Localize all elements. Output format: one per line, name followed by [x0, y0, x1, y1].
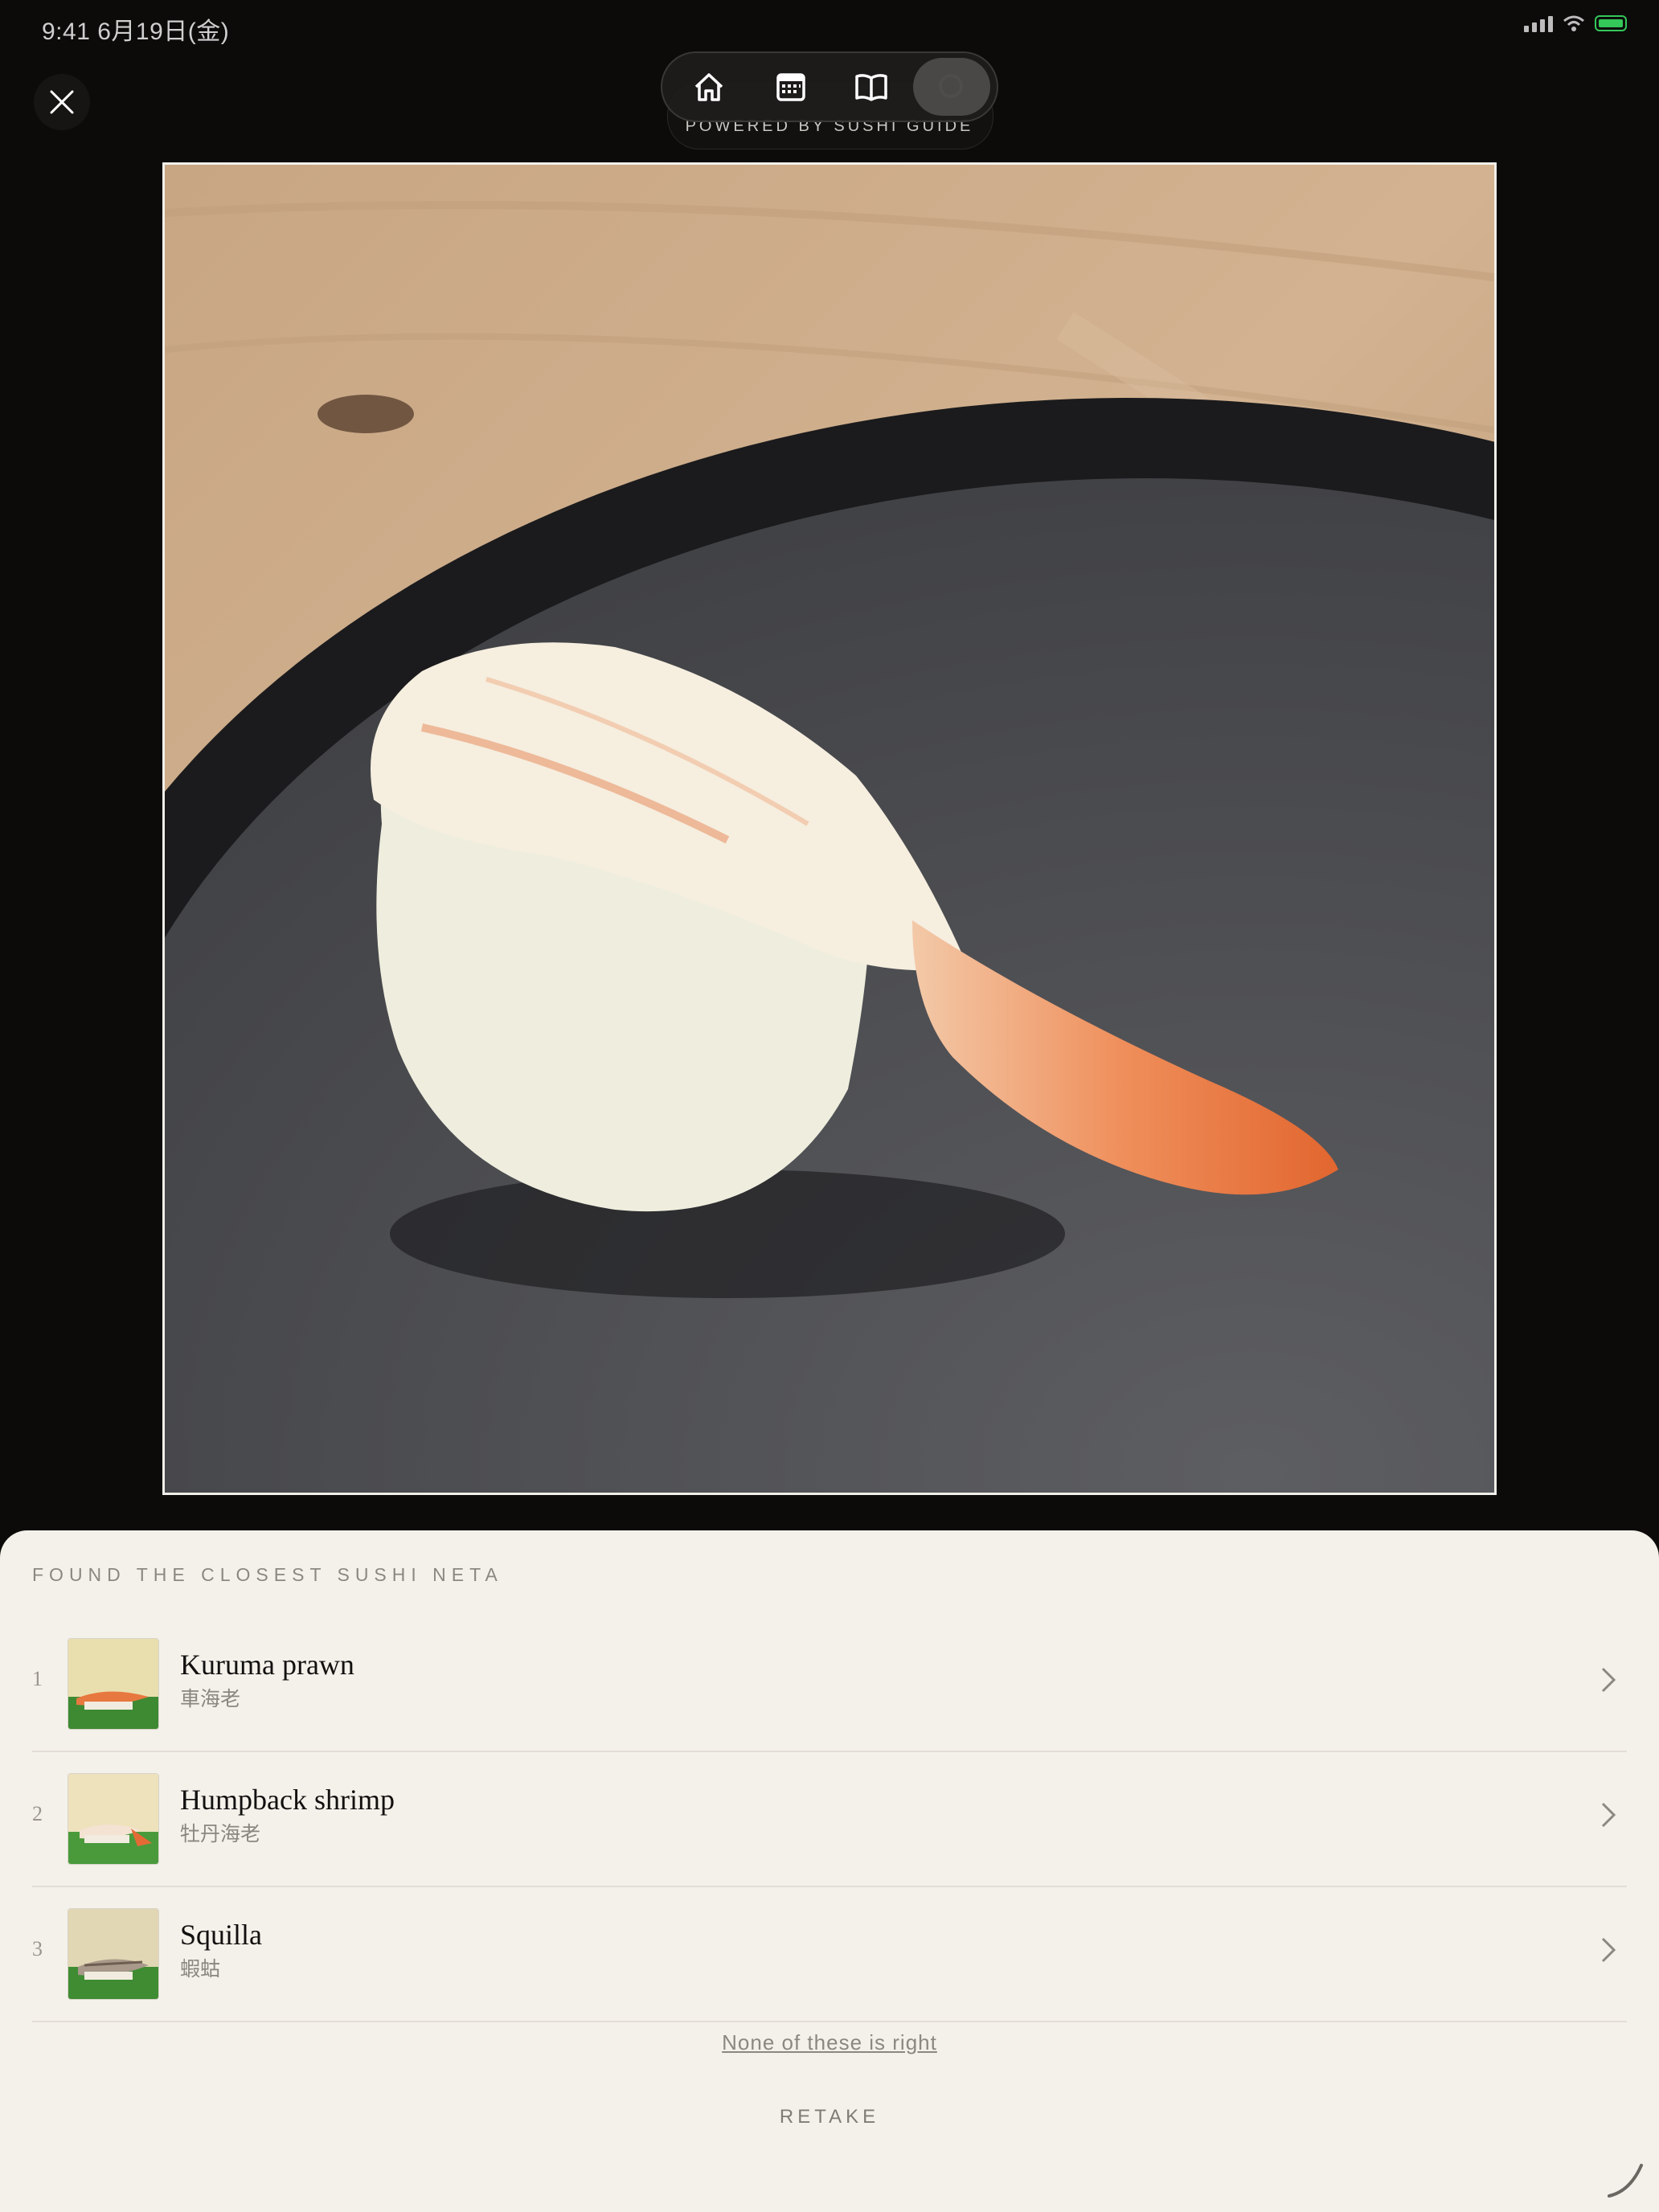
chevron-right-icon [1601, 1802, 1616, 1828]
close-icon [50, 90, 74, 114]
result-name: Kuruma prawn [180, 1649, 354, 1681]
status-time: 9:41 6月19日(金) [42, 18, 230, 45]
results-heading: FOUND THE CLOSEST SUSHI NETA [32, 1564, 503, 1585]
status-bar: 9:41 6月19日(金) [0, 0, 1659, 51]
result-rank: 1 [32, 1667, 43, 1690]
shrimp-nigiri-photo [165, 165, 1494, 1493]
result-row[interactable]: 2 Humpback shrimp 牡丹海老 [32, 1751, 1627, 1887]
captured-photo [162, 162, 1497, 1495]
result-row[interactable]: 3 Squilla 蝦蛄 [32, 1886, 1627, 2022]
result-row[interactable]: 1 Kuruma prawn 車海老 [32, 1616, 1627, 1752]
result-name-japanese: 蝦蛄 [180, 1957, 221, 1981]
result-rank: 2 [32, 1802, 43, 1825]
chevron-right-icon [1601, 1667, 1616, 1693]
calendar-icon[interactable] [773, 69, 809, 104]
book-icon[interactable] [854, 69, 889, 104]
result-thumbnail [68, 1773, 159, 1865]
retake-button[interactable]: RETAKE [0, 2106, 1659, 2128]
result-name: Humpback shrimp [180, 1784, 395, 1816]
result-name: Squilla [180, 1919, 263, 1951]
result-rank: 3 [32, 1937, 43, 1960]
none-of-these-link[interactable]: None of these is right [0, 2030, 1659, 2055]
search-tab-button[interactable] [913, 58, 990, 116]
close-button[interactable] [34, 74, 90, 130]
chevron-right-icon [1601, 1937, 1616, 1963]
status-indicators [1524, 14, 1627, 32]
wifi-icon [1563, 15, 1584, 31]
result-thumbnail [68, 1908, 159, 2000]
result-thumbnail [68, 1638, 159, 1730]
result-name-japanese: 車海老 [180, 1687, 241, 1710]
battery-icon [1595, 15, 1627, 31]
cellular-signal-icon [1524, 14, 1553, 32]
result-name-japanese: 牡丹海老 [180, 1822, 261, 1845]
results-sheet: FOUND THE CLOSEST SUSHI NETA 1 Kuruma pr… [0, 1530, 1659, 2212]
search-icon [939, 74, 963, 98]
home-icon[interactable] [691, 69, 727, 104]
corner-handle-icon [1608, 2164, 1643, 2198]
